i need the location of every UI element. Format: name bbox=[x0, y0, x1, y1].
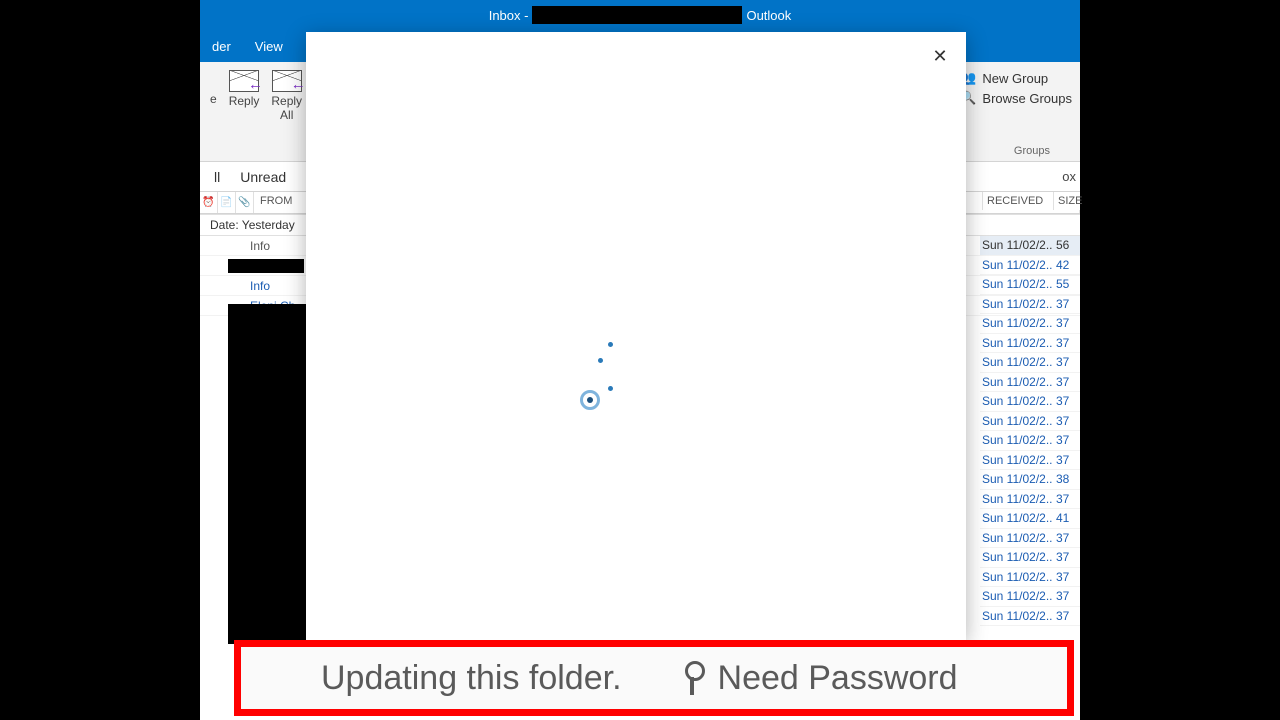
message-row-meta[interactable]: Sun 11/02/2...41 bbox=[980, 509, 1080, 529]
received-date: Sun 11/02/2... bbox=[980, 355, 1052, 369]
received-date: Sun 11/02/2... bbox=[980, 297, 1052, 311]
login-dialog: ✕ bbox=[306, 32, 966, 640]
col-received[interactable]: RECEIVED bbox=[982, 192, 1054, 210]
message-row-meta[interactable]: Sun 11/02/2...37 bbox=[980, 568, 1080, 588]
close-button[interactable]: ✕ bbox=[928, 44, 952, 68]
received-date: Sun 11/02/2... bbox=[980, 336, 1052, 350]
col-flag-icon[interactable]: 📄 bbox=[218, 192, 236, 213]
received-date: Sun 11/02/2... bbox=[980, 609, 1052, 623]
message-row-meta[interactable]: Sun 11/02/2...37 bbox=[980, 548, 1080, 568]
message-row-meta[interactable]: Sun 11/02/2...37 bbox=[980, 587, 1080, 607]
received-date: Sun 11/02/2... bbox=[980, 570, 1052, 584]
message-size: 37 bbox=[1052, 316, 1078, 330]
message-size: 38 bbox=[1052, 472, 1078, 486]
menu-view[interactable]: View bbox=[243, 39, 295, 54]
message-row-meta[interactable]: Sun 11/02/2...37 bbox=[980, 295, 1080, 315]
message-row-meta[interactable]: Sun 11/02/2...55 bbox=[980, 275, 1080, 295]
message-size: 37 bbox=[1052, 375, 1078, 389]
received-date: Sun 11/02/2... bbox=[980, 394, 1052, 408]
message-row-meta[interactable]: Sun 11/02/2...37 bbox=[980, 451, 1080, 471]
received-date: Sun 11/02/2... bbox=[980, 472, 1052, 486]
title-inbox-label: Inbox - bbox=[489, 8, 529, 23]
need-password-label: Need Password bbox=[718, 659, 958, 698]
message-size: 37 bbox=[1052, 414, 1078, 428]
ribbon-truncated-left[interactable]: e bbox=[204, 68, 223, 108]
spinner-ring-icon bbox=[580, 390, 600, 410]
message-size: 37 bbox=[1052, 394, 1078, 408]
envelope-reply-all-icon: ← bbox=[272, 70, 302, 92]
received-date: Sun 11/02/2... bbox=[980, 492, 1052, 506]
received-date: Sun 11/02/2... bbox=[980, 316, 1052, 330]
col-reminder-icon[interactable]: ⏰ bbox=[200, 192, 218, 213]
message-row-meta[interactable]: Sun 11/02/2...37 bbox=[980, 529, 1080, 549]
message-row-meta[interactable]: Sun 11/02/2...37 bbox=[980, 373, 1080, 393]
key-icon bbox=[682, 661, 702, 695]
status-need-password[interactable]: Need Password bbox=[682, 659, 958, 698]
received-date: Sun 11/02/2... bbox=[980, 550, 1052, 564]
title-redacted-account bbox=[532, 6, 742, 24]
filter-unread[interactable]: Unread bbox=[230, 169, 296, 185]
message-row-meta[interactable]: Sun 11/02/2...37 bbox=[980, 314, 1080, 334]
message-size: 37 bbox=[1052, 433, 1078, 447]
message-row-meta[interactable]: Sun 11/02/2...37 bbox=[980, 334, 1080, 354]
message-row-meta[interactable]: Sun 11/02/2...37 bbox=[980, 412, 1080, 432]
browse-groups-button[interactable]: 🔍 Browse Groups bbox=[956, 88, 1076, 108]
received-date: Sun 11/02/2... bbox=[980, 238, 1052, 252]
message-size: 56 bbox=[1052, 238, 1078, 252]
reply-all-button[interactable]: ← Reply All bbox=[265, 68, 308, 125]
title-app-name: Outlook bbox=[746, 8, 791, 23]
message-size: 42 bbox=[1052, 258, 1078, 272]
message-size: 37 bbox=[1052, 297, 1078, 311]
message-row-meta[interactable]: Sun 11/02/2...37 bbox=[980, 607, 1080, 627]
reply-button[interactable]: ← Reply bbox=[223, 68, 266, 110]
message-size: 37 bbox=[1052, 355, 1078, 369]
redacted-sender bbox=[228, 259, 304, 273]
ribbon-groups-section: 👥 New Group 🔍 Browse Groups bbox=[956, 68, 1076, 108]
message-row-meta[interactable]: Sun 11/02/2...42 bbox=[980, 256, 1080, 276]
received-date: Sun 11/02/2... bbox=[980, 531, 1052, 545]
message-size: 37 bbox=[1052, 550, 1078, 564]
message-row-meta[interactable]: Sun 11/02/2...37 bbox=[980, 490, 1080, 510]
message-size: 37 bbox=[1052, 531, 1078, 545]
received-date: Sun 11/02/2... bbox=[980, 258, 1052, 272]
message-row-meta[interactable]: Sun 11/02/2...56 bbox=[980, 236, 1080, 256]
received-date: Sun 11/02/2... bbox=[980, 414, 1052, 428]
status-bar-highlight: Updating this folder. Need Password bbox=[234, 640, 1074, 716]
received-date: Sun 11/02/2... bbox=[980, 433, 1052, 447]
received-date: Sun 11/02/2... bbox=[980, 589, 1052, 603]
title-bar: Inbox - Outlook bbox=[200, 0, 1080, 30]
message-row-meta[interactable]: Sun 11/02/2...37 bbox=[980, 431, 1080, 451]
message-size: 37 bbox=[1052, 570, 1078, 584]
envelope-reply-icon: ← bbox=[229, 70, 259, 92]
col-size[interactable]: SIZE bbox=[1054, 192, 1080, 210]
received-date: Sun 11/02/2... bbox=[980, 511, 1052, 525]
message-size: 37 bbox=[1052, 453, 1078, 467]
message-size: 37 bbox=[1052, 589, 1078, 603]
redacted-block bbox=[228, 304, 306, 644]
message-size: 55 bbox=[1052, 277, 1078, 291]
message-size: 37 bbox=[1052, 609, 1078, 623]
received-date: Sun 11/02/2... bbox=[980, 453, 1052, 467]
received-date: Sun 11/02/2... bbox=[980, 277, 1052, 291]
close-icon: ✕ bbox=[932, 46, 947, 67]
filter-right-truncated: ox bbox=[1062, 169, 1076, 184]
status-updating-text: Updating this folder. bbox=[271, 659, 622, 698]
message-size: 37 bbox=[1052, 492, 1078, 506]
loading-spinner bbox=[576, 342, 626, 412]
received-date: Sun 11/02/2... bbox=[980, 375, 1052, 389]
col-attachment-icon[interactable]: 📎 bbox=[236, 192, 254, 213]
menu-folder[interactable]: der bbox=[200, 39, 243, 54]
message-row-meta[interactable]: Sun 11/02/2...38 bbox=[980, 470, 1080, 490]
filter-all[interactable]: ll bbox=[204, 169, 230, 185]
message-row-meta[interactable]: Sun 11/02/2...37 bbox=[980, 392, 1080, 412]
message-size: 37 bbox=[1052, 336, 1078, 350]
new-group-button[interactable]: 👥 New Group bbox=[956, 68, 1076, 88]
message-row-meta[interactable]: Sun 11/02/2...37 bbox=[980, 353, 1080, 373]
message-size: 41 bbox=[1052, 511, 1078, 525]
ribbon-group-label: Groups bbox=[1014, 145, 1050, 157]
